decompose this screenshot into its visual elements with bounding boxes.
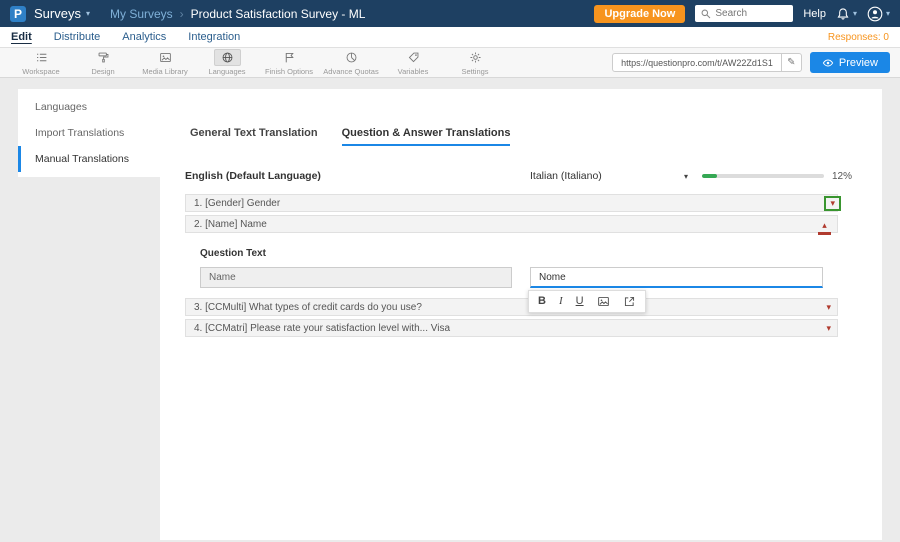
upgrade-now-button[interactable]: Upgrade Now: [594, 4, 686, 23]
translation-progress-label: 12%: [832, 170, 853, 182]
variables-icon: [400, 49, 427, 66]
target-text-input[interactable]: [530, 267, 823, 288]
help-link[interactable]: Help: [803, 8, 826, 20]
editor-row: [200, 267, 823, 288]
account-menu[interactable]: ▾: [867, 6, 890, 22]
toolbar-item-settings[interactable]: Settings: [444, 49, 506, 76]
question-title: 1. [Gender] Gender: [194, 197, 281, 209]
question-row-gender[interactable]: 1. [Gender] Gender ▾: [185, 194, 841, 212]
active-indicator: [818, 232, 831, 235]
topbar: P Surveys ▾ My Surveys › Product Satisfa…: [0, 0, 900, 27]
chevron-down-icon: ▾: [826, 322, 831, 333]
avatar: [867, 6, 883, 22]
collapse-question-button[interactable]: ▴: [818, 221, 831, 235]
responses-count[interactable]: Responses: 0: [828, 32, 889, 43]
topbar-right: Upgrade Now Help ▾ ▾: [594, 4, 890, 23]
breadcrumb: My Surveys › Product Satisfaction Survey…: [110, 7, 365, 21]
search-input[interactable]: [715, 8, 789, 19]
translations-sidebar: Languages Import Translations Manual Tra…: [18, 89, 160, 177]
preview-button-label: Preview: [838, 56, 878, 69]
formatting-toolbar: B I U: [528, 290, 646, 313]
toolbar-item-variables[interactable]: Variables: [382, 49, 444, 76]
source-language-label: English (Default Language): [185, 170, 321, 182]
edit-ribbon: Workspace Design Media Library Languages…: [0, 48, 900, 78]
bold-button[interactable]: B: [538, 296, 546, 307]
chevron-down-icon: ▾: [885, 9, 890, 18]
toolbar-item-advance-quotas[interactable]: Advance Quotas: [320, 49, 382, 76]
tab-integration[interactable]: Integration: [188, 31, 240, 43]
translation-editor: Question Text B I U: [185, 236, 838, 313]
ribbon-items: Workspace Design Media Library Languages…: [10, 49, 506, 76]
survey-url[interactable]: https://questionpro.com/t/AW22Zd1S1: [613, 58, 781, 68]
question-row-ccmulti[interactable]: 3. [CCMulti] What types of credit cards …: [185, 298, 838, 316]
design-icon: [90, 49, 117, 66]
toolbar-item-finish-options[interactable]: Finish Options: [258, 49, 320, 76]
chevron-right-icon: ›: [179, 6, 184, 21]
translation-progress-fill: [702, 174, 717, 178]
tab-edit[interactable]: Edit: [11, 31, 32, 43]
manual-translations-panel: General Text Translation Question & Answ…: [160, 89, 882, 540]
sidebar-item-import-translations[interactable]: Import Translations: [18, 120, 160, 146]
source-text-input[interactable]: [200, 267, 512, 288]
sidebar-item-manual-translations[interactable]: Manual Translations: [18, 146, 160, 172]
toolbar-item-media-library[interactable]: Media Library: [134, 49, 196, 76]
chevron-down-icon: ▾: [852, 9, 857, 18]
target-language-select[interactable]: Italian (Italiano) ▾: [530, 170, 688, 182]
expand-question-button[interactable]: ▾: [824, 195, 841, 211]
main-nav: Edit Distribute Analytics Integration Re…: [0, 27, 900, 48]
preview-button[interactable]: Preview: [809, 52, 890, 73]
chevron-up-icon: ▴: [822, 220, 827, 230]
tab-distribute[interactable]: Distribute: [54, 31, 100, 43]
chevron-down-icon: ▾: [683, 171, 688, 181]
toolbar-item-design[interactable]: Design: [72, 49, 134, 76]
question-title: 3. [CCMulti] What types of credit cards …: [194, 301, 422, 313]
search-icon: [700, 8, 711, 19]
survey-url-box: https://questionpro.com/t/AW22Zd1S1 ✎: [612, 53, 802, 72]
settings-icon: [462, 49, 489, 66]
surveys-menu-label: Surveys: [34, 6, 81, 21]
edit-url-button[interactable]: ✎: [780, 54, 801, 71]
question-text-label: Question Text: [200, 248, 266, 259]
insert-image-button[interactable]: [597, 295, 610, 308]
advance-quotas-icon: [338, 49, 365, 66]
notifications-menu[interactable]: ▾: [836, 7, 857, 21]
questionpro-logo[interactable]: P: [10, 5, 26, 22]
question-title: 4. [CCMatri] Please rate your satisfacti…: [194, 322, 451, 334]
question-translation-list: 1. [Gender] Gender ▾ 2. [Name] Name ▴ Qu…: [185, 194, 841, 337]
chevron-down-icon: ▾: [85, 9, 90, 18]
tab-question-answer-translations[interactable]: Question & Answer Translations: [341, 127, 511, 146]
language-selection-row: English (Default Language) Italian (Ital…: [185, 170, 862, 182]
chevron-down-icon: ▾: [826, 301, 831, 312]
translation-tabs: General Text Translation Question & Answ…: [190, 127, 882, 146]
insert-link-button[interactable]: [623, 295, 636, 308]
tab-general-text-translation[interactable]: General Text Translation: [190, 127, 318, 146]
breadcrumb-survey-title: Product Satisfaction Survey - ML: [190, 6, 366, 21]
sidebar-item-languages[interactable]: Languages: [18, 94, 160, 120]
chevron-down-icon: ▾: [830, 197, 835, 208]
workspace-icon: [28, 49, 55, 66]
finish-options-icon: [276, 49, 303, 66]
content-area: Languages Import Translations Manual Tra…: [0, 78, 900, 540]
target-language-value: Italian (Italiano): [530, 170, 602, 182]
italic-button[interactable]: I: [559, 296, 563, 307]
surveys-menu[interactable]: Surveys ▾: [34, 6, 90, 21]
tab-analytics[interactable]: Analytics: [122, 31, 166, 43]
question-title: 2. [Name] Name: [194, 218, 267, 230]
question-row-ccmatri[interactable]: 4. [CCMatri] Please rate your satisfacti…: [185, 319, 838, 337]
underline-button[interactable]: U: [576, 296, 584, 307]
toolbar-item-languages[interactable]: Languages: [196, 49, 258, 76]
media-library-icon: [152, 49, 179, 66]
ribbon-right: https://questionpro.com/t/AW22Zd1S1 ✎ Pr…: [612, 52, 890, 73]
search-box: [695, 5, 794, 22]
toolbar-item-workspace[interactable]: Workspace: [10, 49, 72, 76]
eye-icon: [822, 57, 834, 69]
languages-icon: [213, 49, 241, 66]
bell-icon: [836, 7, 850, 21]
translation-progress-bar: [702, 174, 824, 178]
breadcrumb-my-surveys[interactable]: My Surveys: [110, 7, 173, 21]
pencil-icon: ✎: [787, 57, 796, 68]
question-row-name[interactable]: 2. [Name] Name ▴: [185, 215, 838, 235]
